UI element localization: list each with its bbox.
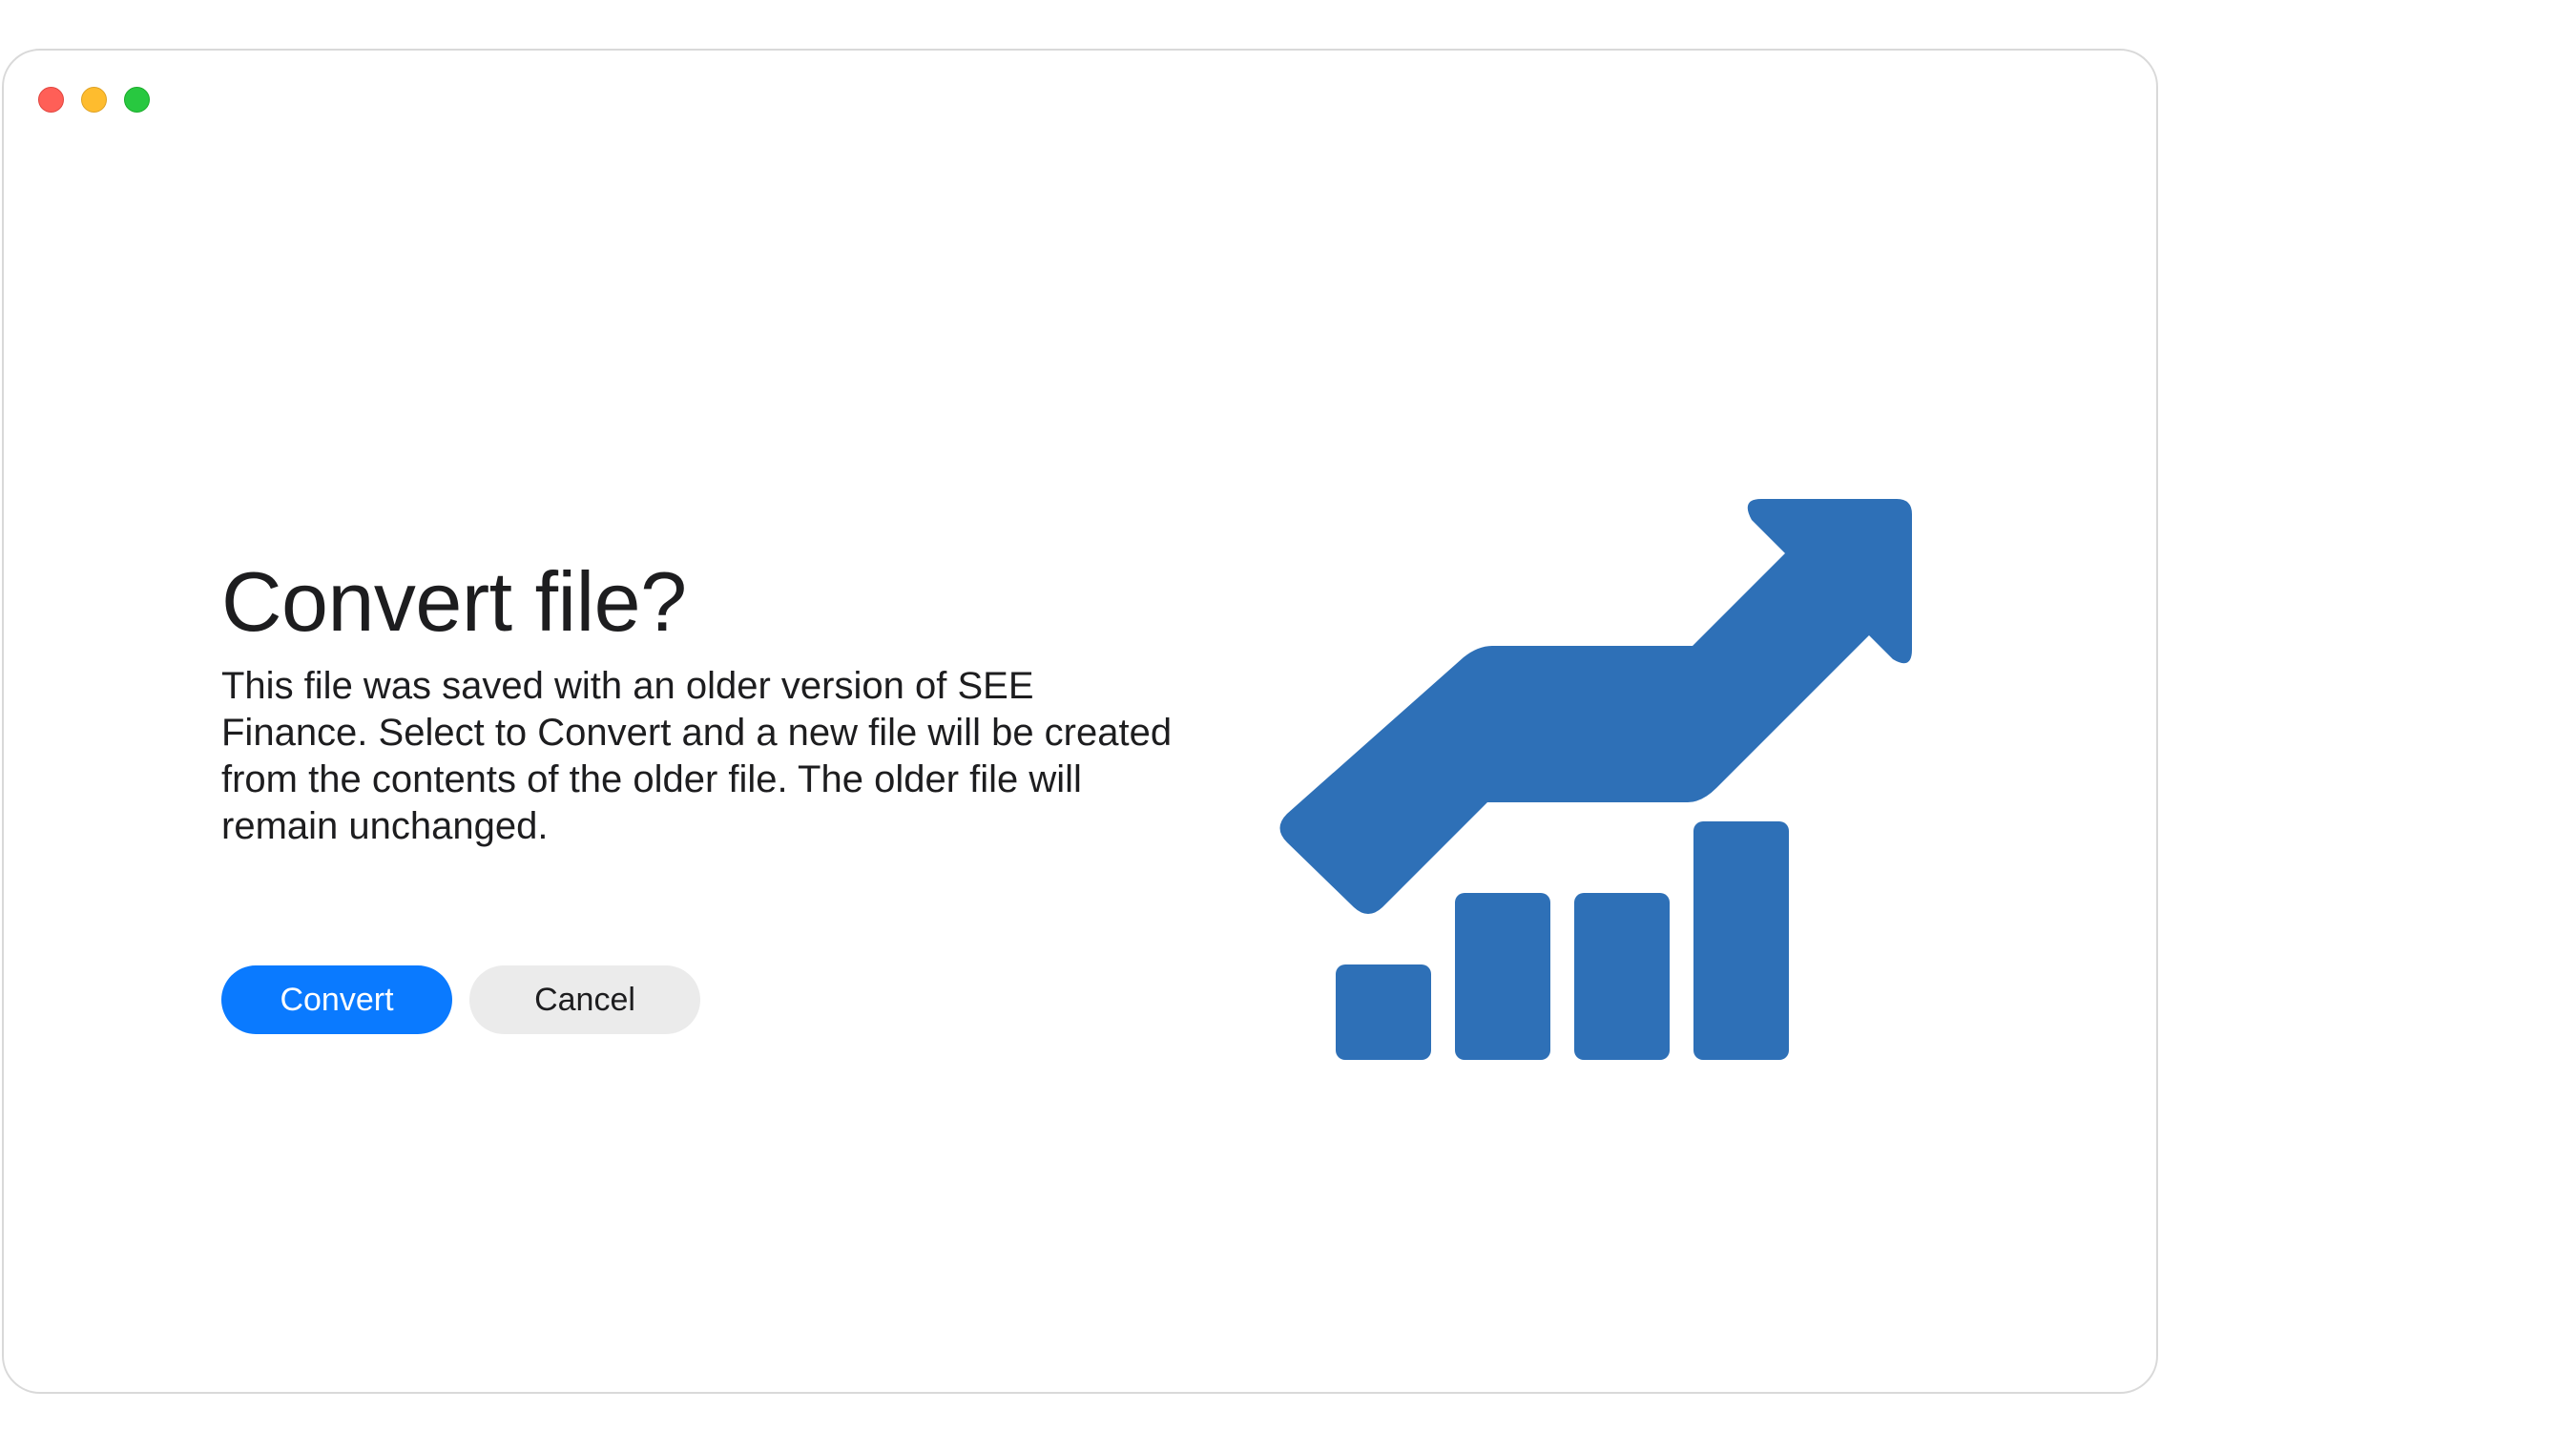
chart-bar-4 (1693, 821, 1789, 1060)
dialog-title: Convert file? (221, 554, 687, 649)
minimize-window-button[interactable] (81, 87, 107, 113)
dialog-buttons: Convert Cancel (221, 965, 700, 1034)
dialog-message: This file was saved with an older versio… (221, 665, 1173, 848)
chart-bar-1 (1336, 964, 1431, 1060)
convert-button[interactable]: Convert (221, 965, 452, 1034)
growth-arrow (1279, 499, 1912, 914)
chart-bar-2 (1455, 893, 1550, 1060)
convert-dialog: Convert file? This file was saved with a… (221, 553, 1175, 1034)
zoom-window-button[interactable] (124, 87, 150, 113)
close-window-button[interactable] (38, 87, 64, 113)
chart-bar-3 (1574, 893, 1670, 1060)
app-window: Convert file? This file was saved with a… (2, 49, 2158, 1394)
cancel-button[interactable]: Cancel (469, 965, 700, 1034)
window-controls (38, 87, 150, 113)
finance-growth-icon (1279, 499, 1912, 1060)
